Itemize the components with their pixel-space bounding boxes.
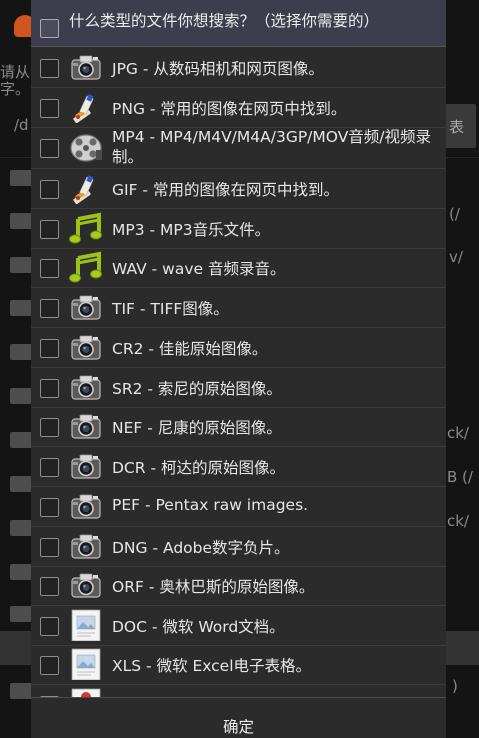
file-type-row[interactable]: MP3 - MP3音乐文件。 bbox=[31, 209, 446, 249]
file-type-checkbox[interactable] bbox=[40, 656, 59, 675]
camera-icon bbox=[71, 454, 101, 479]
paint-tube-icon bbox=[72, 174, 94, 204]
dialog-footer: 确定 bbox=[31, 697, 446, 738]
select-all-checkbox[interactable] bbox=[40, 19, 59, 38]
file-type-label: DOC - 微软 Word文档。 bbox=[112, 618, 285, 636]
file-type-label: JPG - 从数码相机和网页图像。 bbox=[112, 60, 324, 78]
file-type-label: MP3 - MP3音乐文件。 bbox=[112, 221, 271, 239]
file-type-checkbox[interactable] bbox=[40, 139, 59, 158]
file-type-row[interactable]: TIF - TIFF图像。 bbox=[31, 288, 446, 328]
file-type-checkbox[interactable] bbox=[40, 220, 59, 239]
file-type-row[interactable]: DOC - 微软 Word文档。 bbox=[31, 606, 446, 646]
camera-icon bbox=[71, 573, 101, 598]
file-type-checkbox[interactable] bbox=[40, 418, 59, 437]
file-type-checkbox[interactable] bbox=[40, 339, 59, 358]
file-type-checkbox[interactable] bbox=[40, 259, 59, 278]
camera-icon bbox=[71, 375, 101, 400]
file-type-row[interactable]: CR2 - 佳能原始图像。 bbox=[31, 328, 446, 368]
file-type-dialog: 什么类型的文件你想搜索？（选择你需要的） JPG - 从数码相机和网页图像。 PN… bbox=[31, 0, 446, 738]
file-type-label: DCR - 柯达的原始图像。 bbox=[112, 459, 285, 477]
document-icon bbox=[71, 609, 101, 641]
film-reel-icon bbox=[70, 134, 103, 162]
bg-fragment: v/ bbox=[449, 248, 463, 266]
file-type-checkbox[interactable] bbox=[40, 498, 59, 517]
file-type-checkbox[interactable] bbox=[40, 59, 59, 78]
camera-icon bbox=[71, 534, 101, 559]
bg-text-2: 字。 bbox=[0, 80, 31, 98]
file-type-label: TIF - TIFF图像。 bbox=[112, 300, 229, 318]
paint-tube-icon bbox=[72, 93, 94, 123]
file-type-row[interactable]: JPG - 从数码相机和网页图像。 bbox=[31, 48, 446, 88]
file-type-label: DNG - Adobe数字负片。 bbox=[112, 539, 290, 557]
file-type-checkbox[interactable] bbox=[40, 299, 59, 318]
bg-fragment: B (/ bbox=[447, 468, 473, 486]
dialog-title: 什么类型的文件你想搜索？（选择你需要的） bbox=[69, 12, 380, 30]
file-type-label: PEF - Pentax raw images. bbox=[112, 496, 309, 514]
file-type-row[interactable]: XLS - 微软 Excel电子表格。 bbox=[31, 645, 446, 685]
bg-fragment: ck/ bbox=[447, 512, 469, 530]
file-type-row[interactable]: NEF - 尼康的原始图像。 bbox=[31, 407, 446, 447]
file-type-checkbox[interactable] bbox=[40, 180, 59, 199]
dialog-header: 什么类型的文件你想搜索？（选择你需要的） bbox=[31, 0, 446, 47]
file-type-row[interactable]: ORF - 奥林巴斯的原始图像。 bbox=[31, 566, 446, 606]
file-type-label: ORF - 奥林巴斯的原始图像。 bbox=[112, 578, 315, 596]
file-type-row[interactable]: DCR - 柯达的原始图像。 bbox=[31, 447, 446, 487]
music-note-icon bbox=[69, 252, 103, 283]
bg-fragment: (/ bbox=[449, 205, 460, 223]
file-type-label: SR2 - 索尼的原始图像。 bbox=[112, 380, 282, 398]
document-icon bbox=[71, 648, 101, 680]
camera-icon bbox=[71, 335, 101, 360]
file-type-label: NEF - 尼康的原始图像。 bbox=[112, 419, 282, 437]
file-type-row[interactable]: DNG - Adobe数字负片。 bbox=[31, 527, 446, 567]
file-type-checkbox[interactable] bbox=[40, 99, 59, 118]
file-type-label: PNG - 常用的图像在网页中找到。 bbox=[112, 100, 347, 118]
file-type-checkbox[interactable] bbox=[40, 538, 59, 557]
file-type-label: GIF - 常用的图像在网页中找到。 bbox=[112, 181, 339, 199]
file-type-label: CR2 - 佳能原始图像。 bbox=[112, 340, 268, 358]
bg-fragment: ck/ bbox=[447, 424, 469, 442]
file-type-row[interactable]: MP4 - MP4/M4V/M4A/3GP/MOV音频/视频录制。 bbox=[31, 127, 446, 169]
file-type-label: WAV - wave 音频录音。 bbox=[112, 260, 286, 278]
bg-path: /d bbox=[14, 116, 29, 134]
camera-icon bbox=[71, 295, 101, 320]
file-type-label: MP4 - MP4/M4V/M4A/3GP/MOV音频/视频录制。 bbox=[112, 128, 432, 166]
file-type-row[interactable]: PEF - Pentax raw images. bbox=[31, 487, 446, 527]
file-type-checkbox[interactable] bbox=[40, 379, 59, 398]
camera-icon bbox=[71, 55, 101, 80]
file-type-checkbox[interactable] bbox=[40, 458, 59, 477]
camera-icon bbox=[71, 494, 101, 519]
camera-icon bbox=[71, 414, 101, 439]
ok-button[interactable]: 确定 bbox=[31, 698, 446, 738]
bg-fragment: ) bbox=[452, 677, 458, 695]
file-type-checkbox[interactable] bbox=[40, 617, 59, 636]
file-type-label: XLS - 微软 Excel电子表格。 bbox=[112, 657, 312, 675]
file-type-checkbox[interactable] bbox=[40, 577, 59, 596]
music-note-icon bbox=[69, 213, 103, 244]
file-type-row[interactable]: PNG - 常用的图像在网页中找到。 bbox=[31, 88, 446, 128]
file-type-row[interactable]: WAV - wave 音频录音。 bbox=[31, 248, 446, 288]
file-type-row[interactable]: GIF - 常用的图像在网页中找到。 bbox=[31, 169, 446, 209]
bg-side-button-label: 表 bbox=[449, 118, 465, 136]
file-type-row[interactable]: SR2 - 索尼的原始图像。 bbox=[31, 368, 446, 408]
